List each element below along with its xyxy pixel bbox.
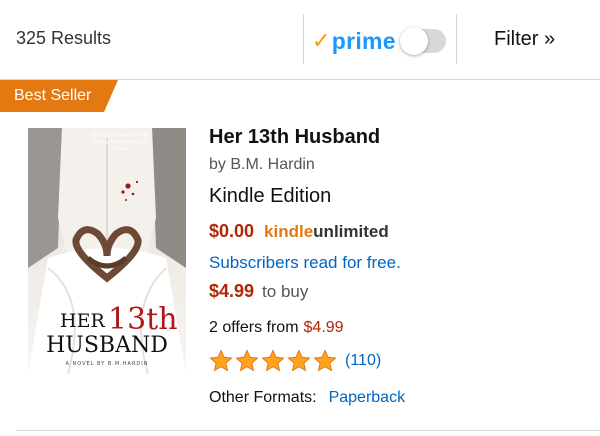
book-cover-image[interactable]: Finding A Husband is Easy. Keeping Them …	[28, 128, 186, 374]
star-icon	[313, 349, 337, 372]
product-author: by B.M. Hardin	[209, 156, 315, 173]
cover-title-her: HER	[60, 310, 105, 332]
prime-check-icon: ✓	[312, 28, 331, 53]
cover-tagline-1: Finding A Husband is Easy.	[91, 132, 149, 137]
kindle-unlimited-logo: kindleunlimited	[264, 222, 389, 241]
product-title[interactable]: Her 13th Husband	[209, 126, 589, 152]
kindle-unlimited-row: $0.00 kindleunlimited	[209, 221, 589, 243]
cover-subtitle: A NOVEL BY B.M.HARDIN	[66, 361, 149, 367]
cover-title-13th: 13th	[108, 302, 178, 337]
buy-label: to buy	[262, 282, 309, 301]
cover-tagline-3: Problem.	[110, 146, 129, 151]
results-header: 325 Results ✓ prime Filter »	[0, 0, 600, 80]
offers-label: 2 offers from	[209, 319, 299, 336]
cover-title-husband: HUSBAND	[46, 333, 168, 358]
ku-price: $0.00	[209, 221, 255, 241]
star-rating[interactable]	[209, 349, 339, 373]
other-formats-label: Other Formats:	[209, 389, 317, 406]
prime-logo: ✓ prime	[312, 28, 396, 55]
buy-price-row: $4.99 to buy	[209, 281, 589, 305]
buy-price: $4.99	[209, 281, 255, 301]
prime-filter[interactable]: ✓ prime	[312, 24, 446, 58]
paperback-link[interactable]: Paperback	[329, 389, 406, 407]
offers-row[interactable]: 2 offers from $4.99	[209, 319, 589, 341]
star-icon	[235, 349, 259, 372]
product-format[interactable]: Kindle Edition	[209, 185, 589, 211]
prime-toggle[interactable]	[399, 27, 446, 55]
star-icon	[287, 349, 311, 372]
prime-toggle-knob[interactable]	[399, 27, 428, 55]
rating-row[interactable]: (110)	[209, 347, 589, 375]
star-icon	[261, 349, 285, 372]
product-details: Her 13th Husband by B.M. Hardin Kindle E…	[209, 126, 589, 411]
review-count-link[interactable]: (110)	[345, 352, 381, 370]
cover-tagline-2: Keeping Them Alive is The	[92, 139, 149, 144]
filter-button[interactable]: Filter »	[494, 28, 555, 51]
header-divider	[456, 14, 457, 64]
other-formats-row: Other Formats: Paperback	[209, 389, 589, 411]
prime-label: prime	[331, 27, 396, 54]
star-icon	[209, 349, 233, 372]
results-count: 325 Results	[16, 28, 112, 48]
best-seller-badge: Best Seller	[0, 80, 118, 112]
header-divider	[303, 14, 304, 64]
offers-price: $4.99	[303, 319, 344, 336]
result-divider	[16, 430, 600, 431]
subscribers-read-free-link[interactable]: Subscribers read for free.	[209, 253, 589, 275]
